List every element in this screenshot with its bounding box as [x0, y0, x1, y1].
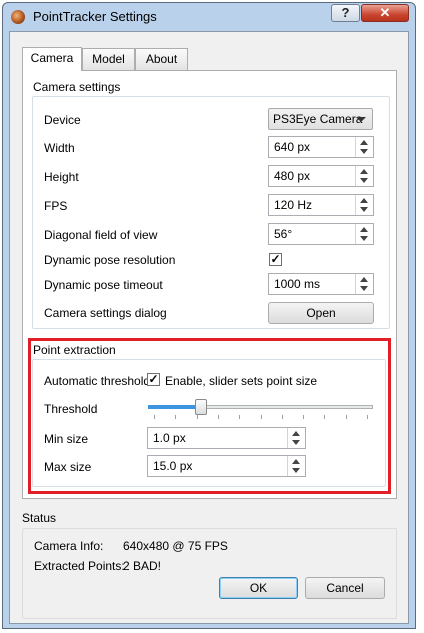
camera-info-value: 640x480 @ 75 FPS	[123, 539, 228, 553]
highlight-box	[28, 338, 391, 494]
tab-camera[interactable]: Camera	[22, 47, 82, 71]
open-camera-settings-button[interactable]: Open	[268, 302, 374, 324]
dynamic-pose-timeout-spinbox[interactable]: 1000 ms	[268, 273, 374, 295]
fps-value: 120 Hz	[274, 198, 313, 212]
close-button[interactable]: ✕	[361, 4, 409, 22]
spin-arrows-icon[interactable]	[355, 137, 373, 157]
device-combo[interactable]: PS3Eye Camera	[268, 108, 373, 130]
height-value: 480 px	[274, 169, 311, 183]
dynamic-pose-resolution-label: Dynamic pose resolution	[44, 253, 176, 267]
close-icon: ✕	[379, 5, 391, 20]
fov-spinbox[interactable]: 56°	[268, 223, 374, 245]
status-title: Status	[22, 511, 57, 525]
camera-info-label: Camera Info:	[34, 539, 104, 553]
dynamic-pose-timeout-label: Dynamic pose timeout	[44, 278, 163, 292]
height-label: Height	[44, 170, 79, 184]
tab-model[interactable]: Model	[82, 48, 135, 70]
extracted-points-label: Extracted Points:	[34, 559, 125, 573]
width-spinbox[interactable]: 640 px	[268, 136, 374, 158]
width-value: 640 px	[274, 140, 311, 154]
camera-settings-title: Camera settings	[33, 80, 121, 94]
ok-button[interactable]: OK	[219, 577, 298, 599]
spin-arrows-icon[interactable]	[355, 224, 373, 244]
device-label: Device	[44, 113, 81, 127]
tab-about[interactable]: About	[135, 48, 188, 70]
camera-settings-dialog-label: Camera settings dialog	[44, 306, 167, 320]
active-tab-joint	[23, 69, 81, 71]
fov-value: 56°	[274, 227, 293, 241]
height-spinbox[interactable]: 480 px	[268, 165, 374, 187]
window-title: PointTracker Settings	[33, 9, 157, 24]
app-icon	[11, 10, 25, 24]
spin-arrows-icon[interactable]	[355, 166, 373, 186]
help-button[interactable]: ?	[331, 4, 360, 22]
cancel-button[interactable]: Cancel	[305, 577, 385, 599]
dynamic-pose-resolution-checkbox[interactable]: ✓	[269, 253, 282, 266]
width-label: Width	[44, 141, 75, 155]
spin-arrows-icon[interactable]	[355, 274, 373, 294]
chevron-down-icon	[356, 117, 366, 122]
dynamic-pose-timeout-value: 1000 ms	[274, 277, 321, 291]
fps-spinbox[interactable]: 120 Hz	[268, 194, 374, 216]
fps-label: FPS	[44, 199, 68, 213]
spin-arrows-icon[interactable]	[355, 195, 373, 215]
device-value: PS3Eye Camera	[273, 112, 363, 126]
fov-label: Diagonal field of view	[44, 228, 158, 242]
extracted-points-value: 2 BAD!	[123, 559, 162, 573]
